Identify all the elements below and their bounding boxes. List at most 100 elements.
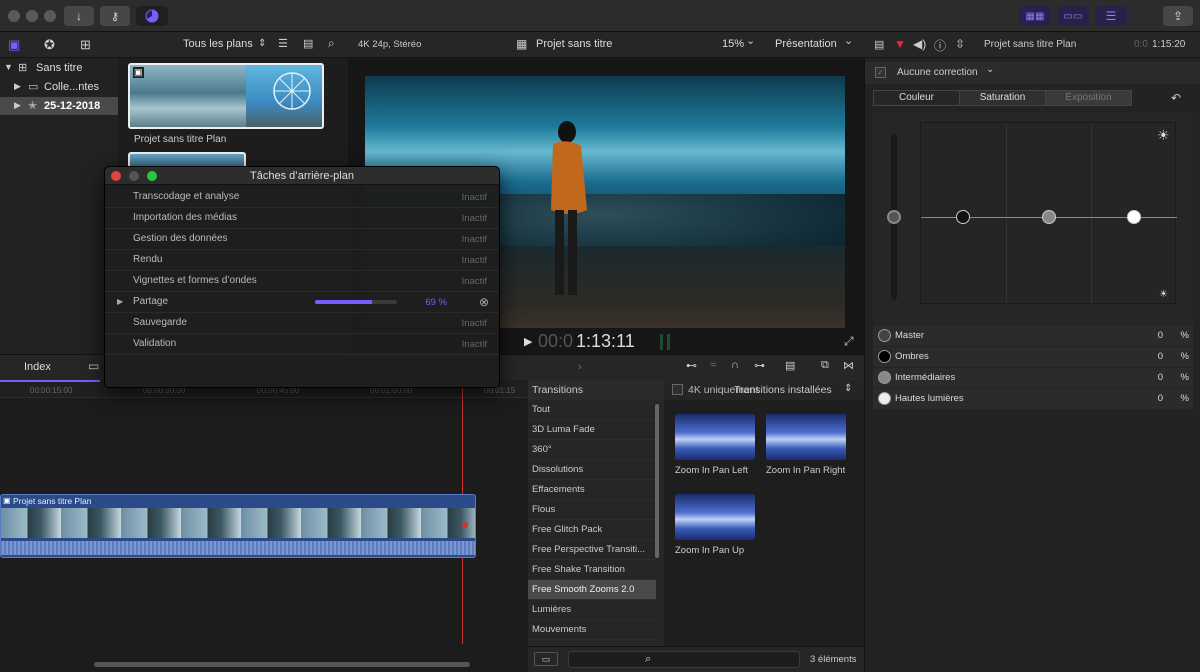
close-window-button[interactable] <box>8 10 20 22</box>
filmstrip-icon[interactable]: ▤ <box>303 37 313 50</box>
minimize-dialog-button[interactable] <box>129 171 139 181</box>
transitions-browser-icon[interactable]: ⋈ <box>843 359 854 372</box>
master-row[interactable]: Master 0 % <box>873 326 1193 346</box>
library-item-sans-titre[interactable]: ▼ ⊞ Sans titre <box>0 60 118 77</box>
transition-category-item[interactable]: Mouvements <box>528 620 656 640</box>
transition-category-item[interactable]: Effacements <box>528 480 656 500</box>
horizontal-scrollbar[interactable] <box>94 662 470 667</box>
photos-audio-icon[interactable]: ✪ <box>44 37 55 53</box>
transition-category-item[interactable]: Free Shake Transition <box>528 560 656 580</box>
transition-category-item[interactable]: Lumières <box>528 600 656 620</box>
highlights-row[interactable]: Hautes lumières 0 % <box>873 389 1193 409</box>
info-icon[interactable]: ⓘ <box>934 37 946 54</box>
global-slider-puck[interactable] <box>887 210 901 224</box>
task-row[interactable]: Transcodage et analyse Inactif <box>105 187 499 208</box>
transition-thumbnail[interactable] <box>675 414 755 460</box>
correction-checkbox[interactable]: ✓ <box>875 67 886 78</box>
film-clip-icon[interactable]: ▤ <box>785 359 795 372</box>
category-dropdown[interactable]: Transitions installées <box>734 384 832 396</box>
dialog-titlebar[interactable]: Tâches d’arrière-plan <box>105 167 499 185</box>
sidebar-toggle-icon[interactable]: ▭ <box>534 652 558 666</box>
search-icon[interactable]: ⌕ <box>328 36 335 51</box>
solo-icon[interactable]: ⊶ <box>754 359 765 372</box>
task-row[interactable]: Importation des médias Inactif <box>105 208 499 229</box>
tab-exposition[interactable]: Exposition <box>1045 90 1132 106</box>
transition-category-item[interactable]: Tout <box>528 400 656 420</box>
category-scrollbar[interactable] <box>655 404 659 558</box>
timeline-clip[interactable]: ▣ Projet sans titre Plan <box>0 494 476 558</box>
video-inspector-icon[interactable]: ▤ <box>874 38 884 51</box>
show-inspector-button[interactable]: ☰ <box>1095 6 1127 26</box>
task-row[interactable]: Partage ▶ ⊗ 69 % <box>105 292 499 313</box>
task-row[interactable]: Validation Inactif <box>105 334 499 355</box>
list-view-icon[interactable]: ☰ <box>278 37 288 50</box>
task-row[interactable]: Rendu Inactif <box>105 250 499 271</box>
row-value[interactable]: 0 <box>1158 330 1163 341</box>
transition-thumbnail[interactable] <box>766 414 846 460</box>
transition-thumbnail[interactable] <box>675 494 755 540</box>
transition-category-item[interactable]: 3D Luma Fade <box>528 420 656 440</box>
tab-couleur[interactable]: Couleur <box>873 90 960 106</box>
task-name: Gestion des données <box>133 233 228 244</box>
transition-category-item[interactable]: Dissolutions <box>528 460 656 480</box>
show-timeline-button[interactable]: ▭▭ <box>1057 6 1089 26</box>
play-button[interactable]: ▶ <box>524 335 532 348</box>
task-row[interactable]: Gestion des données Inactif <box>105 229 499 250</box>
zoom-window-button[interactable] <box>44 10 56 22</box>
trim-icon[interactable]: ⊷ <box>686 359 697 372</box>
midtones-row[interactable]: Intermédiaires 0 % <box>873 368 1193 388</box>
color-inspector-icon[interactable]: ▼ <box>894 37 906 51</box>
correction-dropdown[interactable]: Aucune correction <box>897 67 978 78</box>
close-dialog-button[interactable] <box>111 171 121 181</box>
cancel-task-icon[interactable]: ⊗ <box>479 295 489 309</box>
titles-generators-icon[interactable]: ⊞ <box>80 37 91 53</box>
share-button[interactable]: ⇪ <box>1163 6 1193 26</box>
chevron-right-icon[interactable]: › <box>578 361 582 373</box>
share-inspector-icon[interactable]: ⇳ <box>955 37 965 51</box>
timeline[interactable]: 00:00:15:00 00:00:30:00 00:00:45:00 00:0… <box>0 380 528 672</box>
tab-saturation[interactable]: Saturation <box>959 90 1046 106</box>
headphones-icon[interactable]: ∩ <box>731 359 739 371</box>
task-row[interactable]: Vignettes et formes d’ondes Inactif <box>105 271 499 292</box>
show-browser-button[interactable]: ▦▦ <box>1019 6 1051 26</box>
clip-thumbnail[interactable]: ▣ <box>128 63 324 129</box>
shadows-puck[interactable] <box>956 210 970 224</box>
transition-category-item[interactable]: 360° <box>528 440 656 460</box>
disclosure-closed-icon[interactable]: ▶ <box>117 297 123 306</box>
key-icon: ⚷ <box>110 10 120 23</box>
import-button[interactable]: ↓ <box>64 6 94 26</box>
exposure-board[interactable]: ☀ ☀ <box>920 122 1177 304</box>
audio-speaker-icon[interactable]: ◀) <box>913 37 926 51</box>
zoom-dialog-button[interactable] <box>147 171 157 181</box>
background-tasks-button[interactable] <box>136 6 168 26</box>
shadows-row[interactable]: Ombres 0 % <box>873 347 1193 367</box>
fullscreen-icon[interactable]: ⤢ <box>844 334 854 349</box>
transition-category-item[interactable]: Flous <box>528 500 656 520</box>
clip-thumbnail-partial[interactable] <box>128 152 246 166</box>
row-value[interactable]: 0 <box>1158 393 1163 404</box>
clip-filter-dropdown[interactable]: Tous les plans <box>183 38 253 50</box>
transition-category-item[interactable]: Free Perspective Transiti... <box>528 540 656 560</box>
zoom-dropdown[interactable]: 15% <box>722 38 744 50</box>
transitions-search-input[interactable]: ⌕ <box>568 651 800 668</box>
highlights-puck[interactable] <box>1127 210 1141 224</box>
4k-only-checkbox[interactable] <box>672 384 683 395</box>
minimize-window-button[interactable] <box>26 10 38 22</box>
row-value[interactable]: 0 <box>1158 351 1163 362</box>
midtones-puck[interactable] <box>1042 210 1056 224</box>
audio-skim-icon[interactable]: ≈ <box>710 359 716 371</box>
keywords-button[interactable]: ⚷ <box>100 6 130 26</box>
task-row[interactable]: Sauvegarde Inactif <box>105 313 499 334</box>
effects-browser-icon[interactable]: ⧉ <box>821 359 829 372</box>
transition-category-item[interactable]: Free Glitch Pack <box>528 520 656 540</box>
monitor-icon[interactable]: ▭ <box>88 359 99 373</box>
row-value[interactable]: 0 <box>1158 372 1163 383</box>
timeline-index-button[interactable]: Index <box>24 361 51 373</box>
transition-category-item[interactable]: Free Smooth Zooms 2.0 <box>528 580 656 600</box>
library-item-collections[interactable]: ▶ ▭ Colle...ntes <box>0 79 118 96</box>
view-options-dropdown[interactable]: Présentation <box>775 38 837 50</box>
library-icon[interactable]: ▣ <box>8 37 20 53</box>
correction-bar: ✓ Aucune correction ⌄ <box>865 62 1200 84</box>
library-item-event[interactable]: ▶ ✭ 25-12-2018 <box>0 97 118 115</box>
reset-icon[interactable]: ↶ <box>1171 91 1181 105</box>
